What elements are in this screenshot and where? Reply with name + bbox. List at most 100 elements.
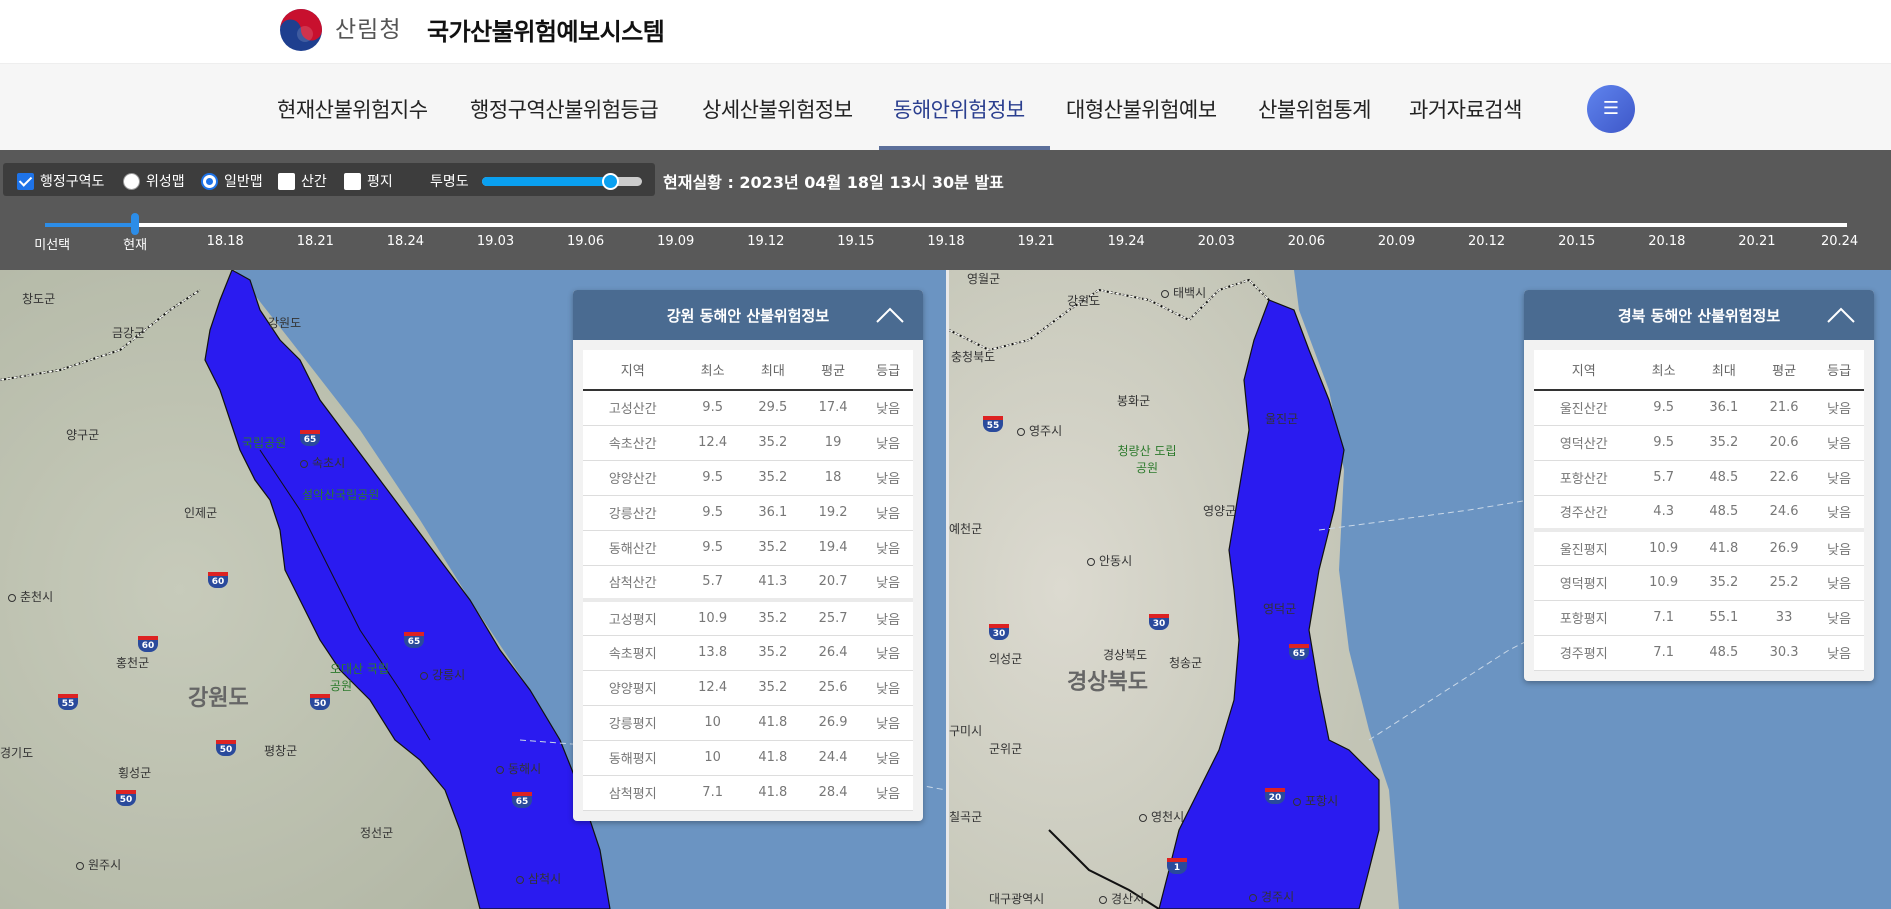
timeline-tick-label[interactable]: 20.09 [1378, 234, 1415, 249]
cell-max: 35.2 [1693, 425, 1754, 461]
nav-current-risk-index[interactable]: 현재산불위험지수 [277, 94, 428, 124]
cell-avg: 21.6 [1753, 390, 1815, 426]
timeline-tick-label[interactable]: 20.06 [1288, 234, 1325, 249]
timeline-tick-label[interactable]: 18.21 [297, 234, 334, 249]
menu-button[interactable]: ☰ [1587, 85, 1635, 133]
nav-past-data-search[interactable]: 과거자료검색 [1409, 94, 1522, 124]
cell-grade: 낮음 [863, 460, 913, 496]
cell-max: 41.8 [742, 740, 803, 776]
cell-min: 13.8 [682, 635, 743, 671]
timeline-tick-label[interactable]: 20.24 [1821, 234, 1858, 249]
table-row: 영덕평지 10.9 35.2 25.2 낮음 [1534, 565, 1864, 601]
nav-risk-statistics[interactable]: 산불위험통계 [1258, 94, 1371, 124]
timeline-tick-label[interactable]: 20.18 [1648, 234, 1685, 249]
timeline-tick-label[interactable]: 19.21 [1017, 234, 1054, 249]
table-row: 강릉평지 10 41.8 26.9 낮음 [583, 705, 913, 741]
timeline-tick-label[interactable]: 18.24 [387, 234, 424, 249]
timeline-tick-label[interactable]: 19.24 [1108, 234, 1145, 249]
radio-icon[interactable] [123, 172, 140, 190]
route-shield-icon: 50 [310, 694, 330, 710]
cell-max: 35.2 [742, 670, 803, 706]
cell-avg: 26.9 [1753, 528, 1815, 566]
layer-general-map-radio[interactable]: 일반맵 [201, 171, 263, 191]
timeline-slider[interactable] [45, 223, 1847, 227]
table-row: 고성평지 10.9 35.2 25.7 낮음 [583, 598, 913, 636]
map-control-bar: 행정구역도 위성맵 일반맵 산간 평지 투명도 현재실황 : 2023년 04월… [0, 150, 1891, 270]
timeline-tick-label[interactable]: 20.03 [1198, 234, 1235, 249]
place-label: 동해시 [496, 760, 541, 777]
col-region: 지역 [1534, 350, 1634, 391]
timeline-tick-label[interactable]: 19.12 [747, 234, 784, 249]
nav-admin-risk-grade[interactable]: 행정구역산불위험등급 [470, 94, 659, 124]
timeline-tick-label[interactable]: 19.15 [837, 234, 874, 249]
layer-satellite-radio[interactable]: 위성맵 [123, 171, 185, 191]
panel-body: 지역 최소 최대 평균 등급 고성산간 9.5 29.5 17.4 낮음 속초산간 12.4… [573, 340, 923, 821]
province-label: 경상북도 [1067, 670, 1148, 695]
cell-max: 41.8 [742, 775, 803, 811]
table-row: 동해평지 10 41.8 24.4 낮음 [583, 740, 913, 776]
col-grade: 등급 [863, 350, 913, 391]
chevron-up-icon[interactable] [875, 304, 905, 326]
opacity-slider-thumb[interactable] [602, 173, 619, 190]
cell-avg: 25.6 [802, 670, 864, 706]
place-label: 강원도 [1067, 294, 1101, 308]
timeline-tick-label[interactable]: 20.15 [1558, 234, 1595, 249]
table-header-row: 지역 최소 최대 평균 등급 [583, 350, 913, 391]
timeline-tick-label[interactable]: 19.09 [657, 234, 694, 249]
place-label: 경산시 [1099, 890, 1144, 907]
col-max: 최대 [1693, 350, 1754, 391]
cell-grade: 낮음 [863, 598, 913, 636]
timeline-tick-label[interactable]: 현재 [123, 234, 147, 253]
cell-max: 35.2 [742, 598, 803, 636]
system-title[interactable]: 국가산불위험예보시스템 [427, 12, 665, 47]
checkbox-icon[interactable] [278, 172, 295, 190]
route-shield-icon: 60 [138, 636, 158, 652]
timeline-tick-label[interactable]: 20.12 [1468, 234, 1505, 249]
checkbox-icon[interactable] [344, 172, 361, 190]
place-label: 창도군 [22, 292, 56, 306]
cell-max: 35.2 [742, 460, 803, 496]
timeline-tick-label[interactable]: 19.03 [477, 234, 514, 249]
route-shield-icon: 30 [1149, 614, 1169, 630]
cell-min: 9.5 [682, 495, 743, 531]
nav-east-coast-risk-info[interactable]: 동해안위험정보 [893, 94, 1025, 124]
cell-grade: 낮음 [1814, 425, 1864, 461]
cell-region: 영덕평지 [1534, 565, 1634, 601]
park-label: 오대산 국립공원 [330, 662, 390, 693]
cell-min: 7.1 [1633, 600, 1694, 636]
cell-region: 고성산간 [583, 390, 683, 426]
table-row: 포항평지 7.1 55.1 33 낮음 [1534, 600, 1864, 636]
col-avg: 평균 [802, 350, 864, 391]
timeline-tick-label[interactable]: 18.18 [207, 234, 244, 249]
timeline-slider-thumb[interactable] [131, 213, 140, 235]
place-label: 삼척시 [516, 870, 561, 887]
checkbox-icon[interactable] [17, 172, 34, 190]
panel-header: 경북 동해안 산불위험정보 [1524, 290, 1874, 340]
timeline-tick-label[interactable]: 19.06 [567, 234, 604, 249]
cell-min: 9.5 [1633, 390, 1694, 426]
place-label: 청송군 [1169, 656, 1203, 670]
nav-large-fire-forecast[interactable]: 대형산불위험예보 [1066, 94, 1217, 124]
route-shield-icon: 55 [58, 694, 78, 710]
layer-mountain-checkbox[interactable]: 산간 [278, 171, 327, 191]
cell-max: 55.1 [1693, 600, 1754, 636]
chevron-up-icon[interactable] [1826, 304, 1856, 326]
place-label: 원주시 [76, 856, 121, 873]
place-label: 칠곡군 [949, 810, 983, 824]
taegeuk-logo-icon[interactable] [279, 8, 323, 52]
cell-avg: 25.2 [1753, 565, 1815, 601]
place-label: 포항시 [1293, 792, 1338, 809]
route-shield-icon: 65 [1289, 644, 1309, 660]
org-name[interactable]: 산림청 [335, 10, 401, 44]
timeline-tick-label[interactable]: 20.21 [1738, 234, 1775, 249]
timeline-tick-label[interactable]: 미선택 [34, 234, 70, 253]
layer-plain-checkbox[interactable]: 평지 [344, 171, 393, 191]
timeline-tick-label[interactable]: 19.18 [927, 234, 964, 249]
cell-min: 9.5 [1633, 425, 1694, 461]
layer-admin-boundary-checkbox[interactable]: 행정구역도 [17, 171, 104, 191]
route-shield-icon: 50 [116, 790, 136, 806]
nav-detailed-risk-info[interactable]: 상세산불위험정보 [702, 94, 853, 124]
opacity-slider[interactable] [482, 173, 642, 190]
radio-icon[interactable] [201, 172, 218, 190]
cell-min: 12.4 [682, 670, 743, 706]
